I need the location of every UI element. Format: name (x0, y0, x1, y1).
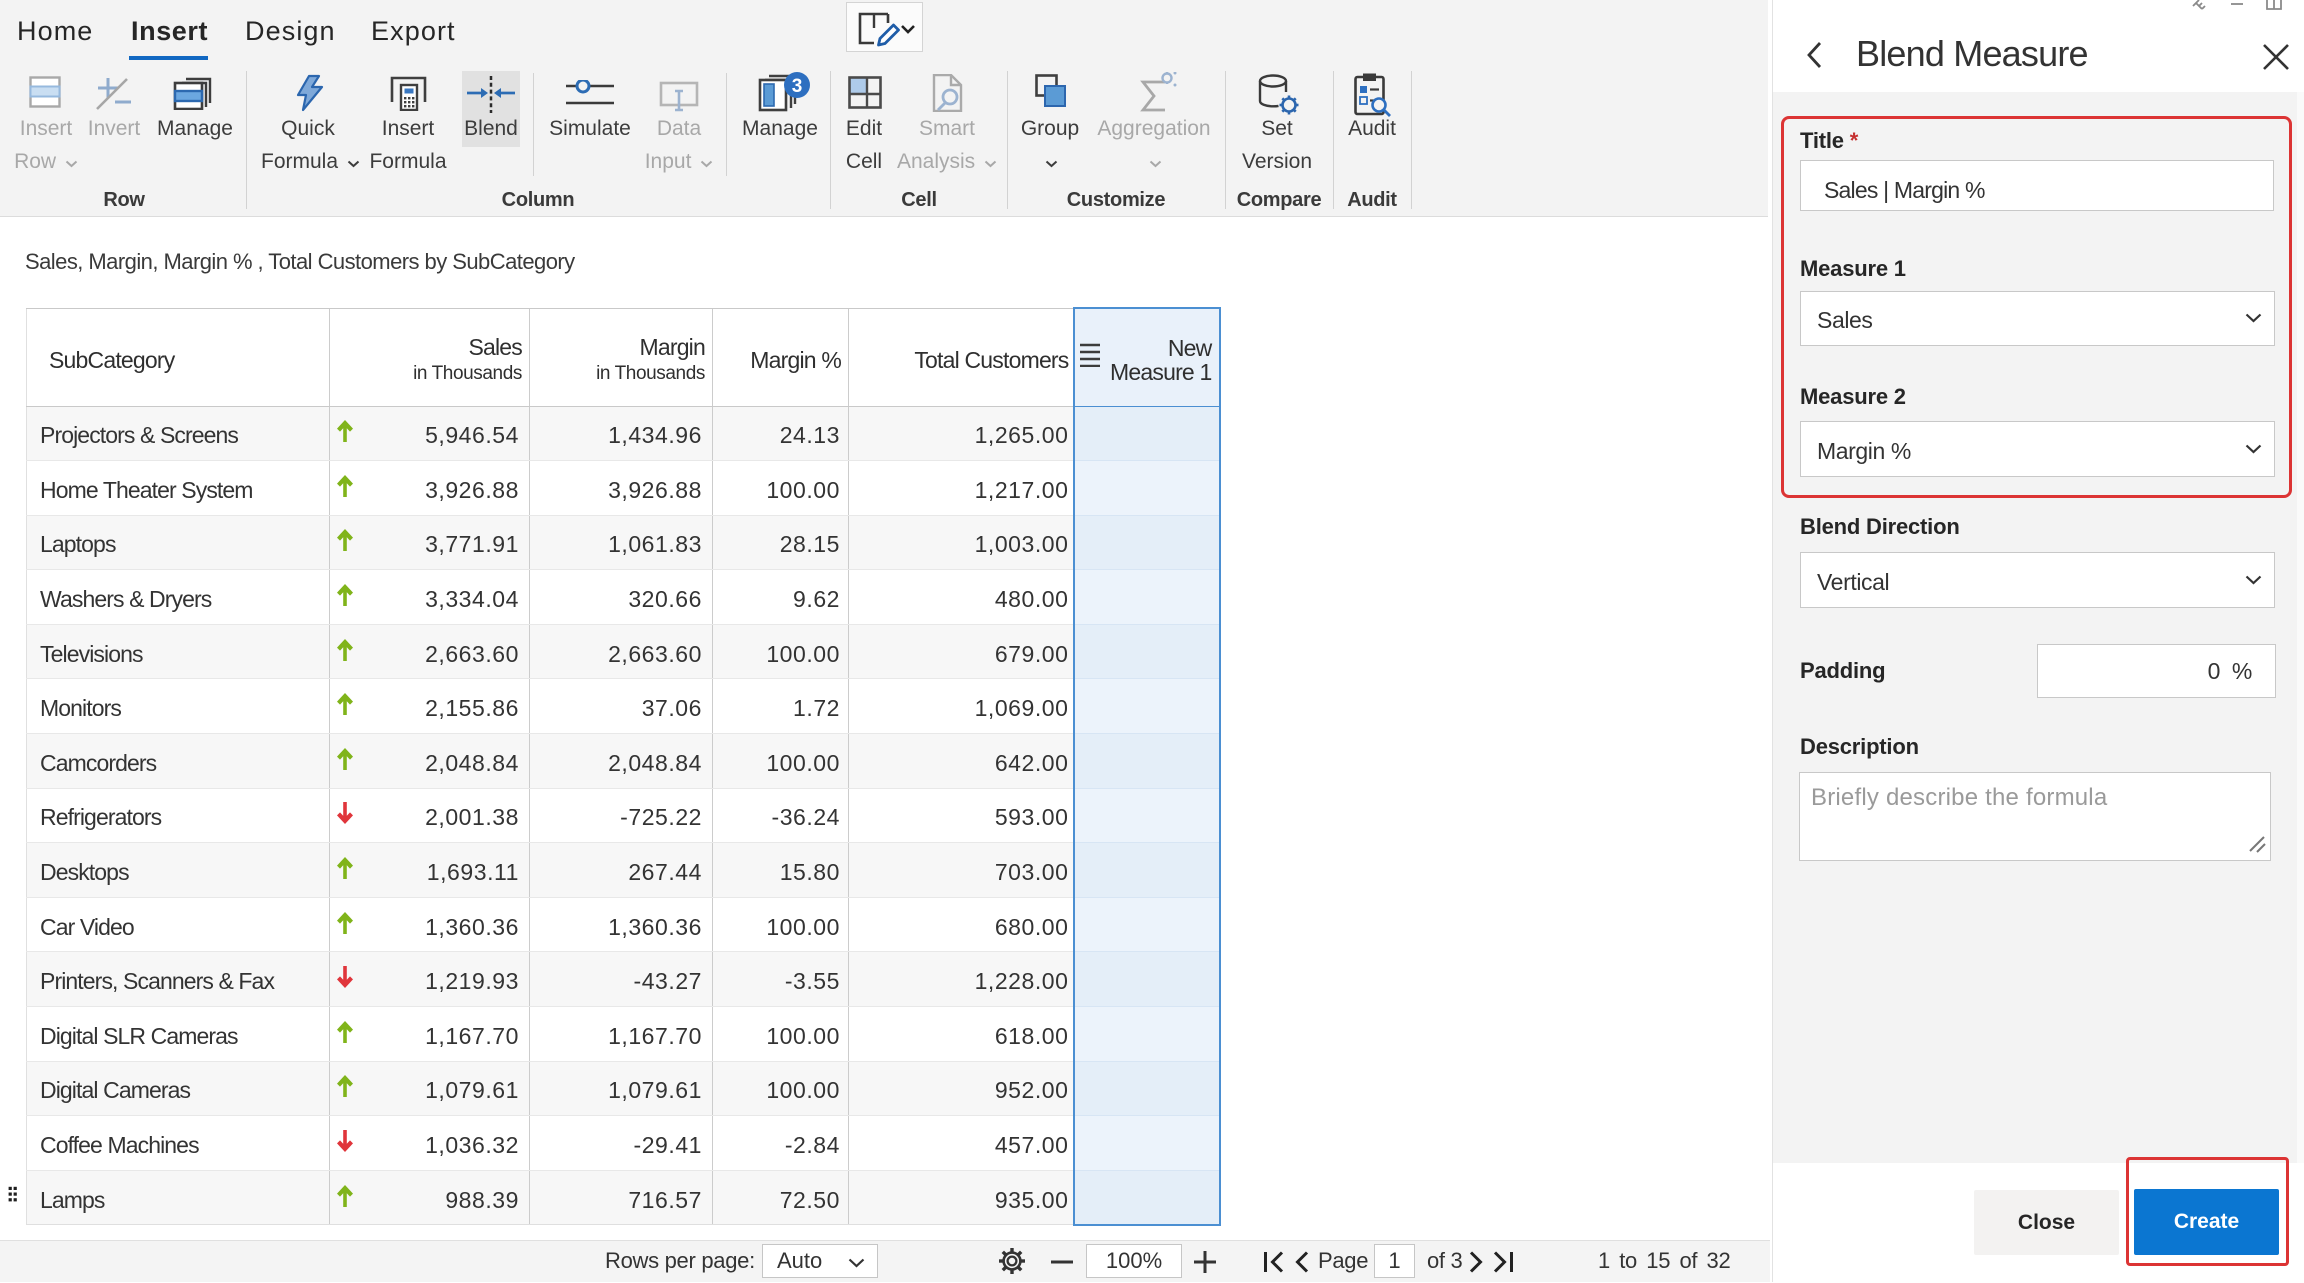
svg-text:3: 3 (792, 76, 803, 97)
